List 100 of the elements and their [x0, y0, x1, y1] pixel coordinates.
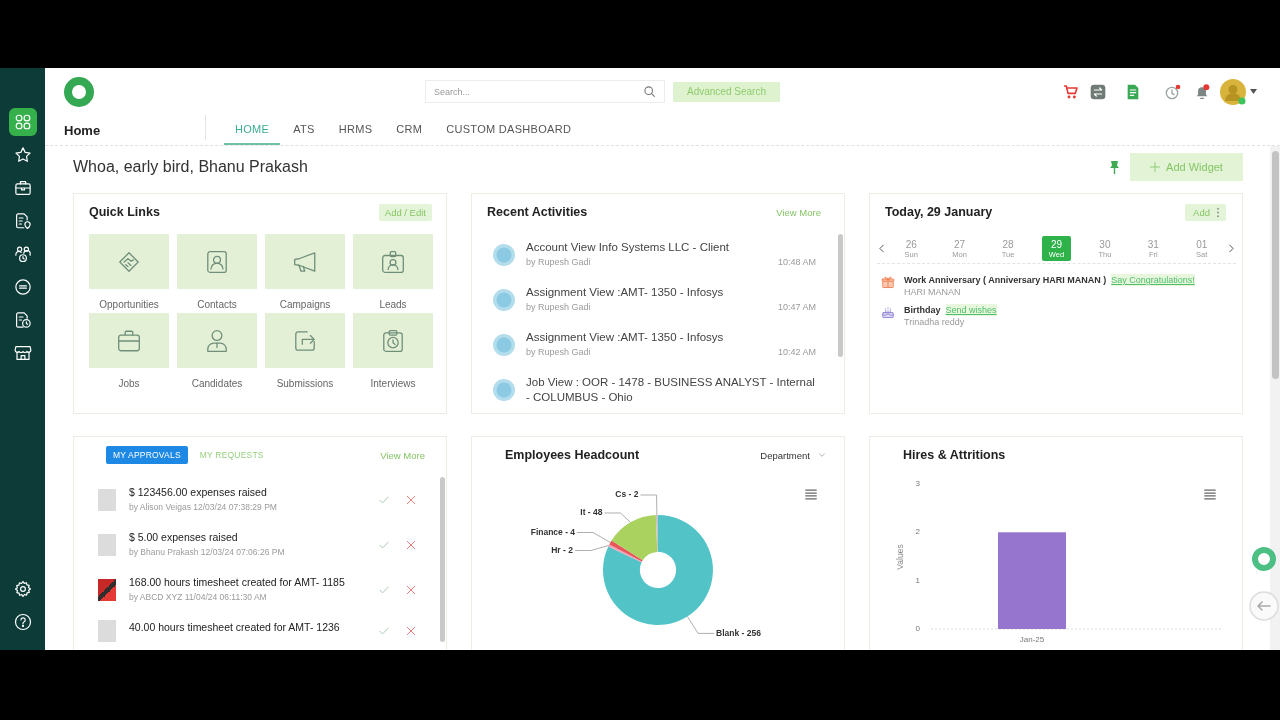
quick-link-tile[interactable] — [353, 234, 433, 289]
activity-author: by Rupesh Gadi — [526, 256, 591, 269]
event-person: HARI MANAN — [904, 286, 961, 298]
approval-meta: by Alison Veigas 12/03/24 07:38:29 PM — [129, 501, 277, 514]
slice-label: Cs - 2 — [615, 489, 639, 500]
activity-time: 10:48 AM — [777, 256, 816, 269]
nav-tab[interactable]: CRM — [385, 115, 434, 145]
quick-link-label[interactable]: Leads — [379, 297, 407, 313]
approval-meta: by Bhanu Prakash 12/03/24 07:06:26 PM — [129, 546, 285, 559]
approval-title[interactable]: $ 5.00 expenses raised — [129, 530, 238, 545]
briefcase-icon — [13, 179, 32, 197]
search-field[interactable]: Search... — [425, 80, 665, 103]
avatar-icon — [493, 288, 515, 311]
category-label: Jan-25 — [1019, 635, 1045, 645]
approval-title[interactable]: 168.00 hours timesheet created for AMT- 1185 — [129, 575, 345, 590]
axis-tick-label: 0 — [915, 624, 920, 634]
id-badge-icon — [380, 248, 406, 275]
nav-tab[interactable]: HRMS — [327, 115, 384, 145]
card-title: Employees Headcount — [505, 448, 640, 462]
activity-title[interactable]: Assignment View :AMT- 1350 - Infosys — [526, 285, 816, 300]
approvals-tab[interactable]: MY APPROVALS — [106, 446, 188, 464]
card-title: Quick Links — [89, 205, 160, 219]
clipboard-clock-icon — [380, 327, 406, 354]
swap-icon[interactable] — [1090, 83, 1106, 100]
quick-link-tile[interactable] — [89, 234, 169, 289]
scrollbar[interactable] — [440, 477, 445, 642]
nav-tab[interactable]: ATS — [282, 115, 326, 145]
contact-card-icon — [204, 248, 230, 275]
cross-icon[interactable] — [406, 494, 416, 505]
quick-link-label[interactable]: Submissions — [276, 376, 334, 392]
search-icon[interactable] — [643, 85, 656, 98]
quick-link-tile[interactable] — [177, 313, 257, 368]
leader-line — [576, 532, 611, 543]
chevron-left-icon[interactable] — [877, 243, 887, 254]
axis-tick-label: 1 — [915, 575, 920, 585]
activity-time: 10:47 AM — [777, 301, 816, 314]
scrollbar[interactable] — [838, 234, 843, 357]
quick-link-label[interactable]: Contacts — [197, 297, 237, 313]
nav-tab[interactable]: CUSTOM DASHBOARD — [435, 115, 583, 145]
document-icon[interactable] — [1125, 83, 1141, 100]
approval-title[interactable]: 40.00 hours timesheet created for AMT- 1236 — [129, 620, 340, 635]
scrollbar[interactable] — [1272, 151, 1279, 379]
quick-link-label[interactable]: Campaigns — [279, 297, 331, 313]
slice-label: It - 48 — [580, 507, 603, 518]
activity-time: 10:42 AM — [777, 346, 816, 359]
store-icon — [13, 344, 32, 362]
event-title: Work Anniversary ( Anniversary HARI MANAN ) — [904, 274, 1107, 286]
check-icon[interactable] — [379, 626, 389, 636]
pin-icon[interactable] — [1110, 160, 1119, 174]
activity-title[interactable]: Account View Info Systems LLC - Client — [526, 240, 816, 255]
cart-icon[interactable] — [1063, 83, 1079, 100]
axis-tick-label: 2 — [915, 527, 920, 537]
document-pin-icon — [13, 212, 32, 230]
quick-link-tile[interactable] — [177, 234, 257, 289]
cross-icon[interactable] — [406, 626, 416, 636]
quick-link-label[interactable]: Jobs — [118, 376, 140, 392]
logo[interactable] — [64, 76, 94, 107]
menu-icon[interactable] — [804, 489, 818, 500]
clock-icon[interactable] — [1165, 83, 1181, 100]
star-icon — [13, 146, 32, 164]
quick-link-tile[interactable] — [265, 234, 345, 289]
settings-icon[interactable] — [13, 580, 32, 598]
activity-author: by Rupesh Gadi — [526, 301, 591, 314]
avatar-icon — [493, 333, 515, 356]
sidebar-button[interactable] — [8, 108, 37, 136]
help-icon[interactable] — [13, 613, 32, 631]
department-dropdown[interactable]: Department — [760, 449, 826, 461]
quick-link-tile[interactable] — [265, 313, 345, 368]
grid-icon — [13, 113, 32, 131]
chevron-down-icon — [818, 451, 826, 459]
card-title: Recent Activities — [487, 205, 588, 219]
list-circle-icon — [13, 278, 32, 296]
approval-title[interactable]: $ 123456.00 expenses raised — [129, 485, 267, 500]
quick-link-label[interactable]: Candidates — [191, 376, 243, 392]
bell-icon[interactable] — [1194, 83, 1210, 100]
check-icon[interactable] — [379, 584, 389, 595]
approval-meta: by ABCD XYZ 11/04/24 06:11:30 AM — [129, 591, 267, 604]
leader-line — [574, 545, 610, 551]
slice-label: Hr - 2 — [551, 544, 573, 555]
cross-icon[interactable] — [406, 539, 416, 550]
caret-icon[interactable] — [1250, 89, 1257, 94]
activity-title[interactable]: Assignment View :AMT- 1350 - Infosys — [526, 330, 816, 345]
check-icon[interactable] — [379, 539, 389, 550]
cross-icon[interactable] — [406, 584, 416, 595]
ring-icon[interactable] — [1252, 547, 1276, 571]
quick-link-tile[interactable] — [353, 313, 433, 368]
arrow-left-icon[interactable] — [1249, 591, 1279, 621]
logo-placeholder — [98, 578, 116, 601]
people-clock-icon — [13, 245, 32, 263]
check-icon[interactable] — [379, 494, 389, 505]
person-icon — [204, 327, 230, 354]
quick-link-label[interactable]: Interviews — [370, 376, 416, 392]
image-placeholder — [98, 620, 116, 642]
leader-line — [604, 512, 631, 523]
activity-title[interactable]: Job View : OOR - 1478 - BUSINESS ANALYST - Internal - COLUMBUS - Ohio — [526, 375, 816, 405]
plus-icon — [1150, 162, 1161, 172]
menu-icon[interactable] — [1203, 489, 1217, 500]
quick-link-label[interactable]: Opportunities — [99, 297, 159, 313]
quick-link-tile[interactable] — [89, 313, 169, 368]
avatar-icon — [493, 243, 515, 266]
